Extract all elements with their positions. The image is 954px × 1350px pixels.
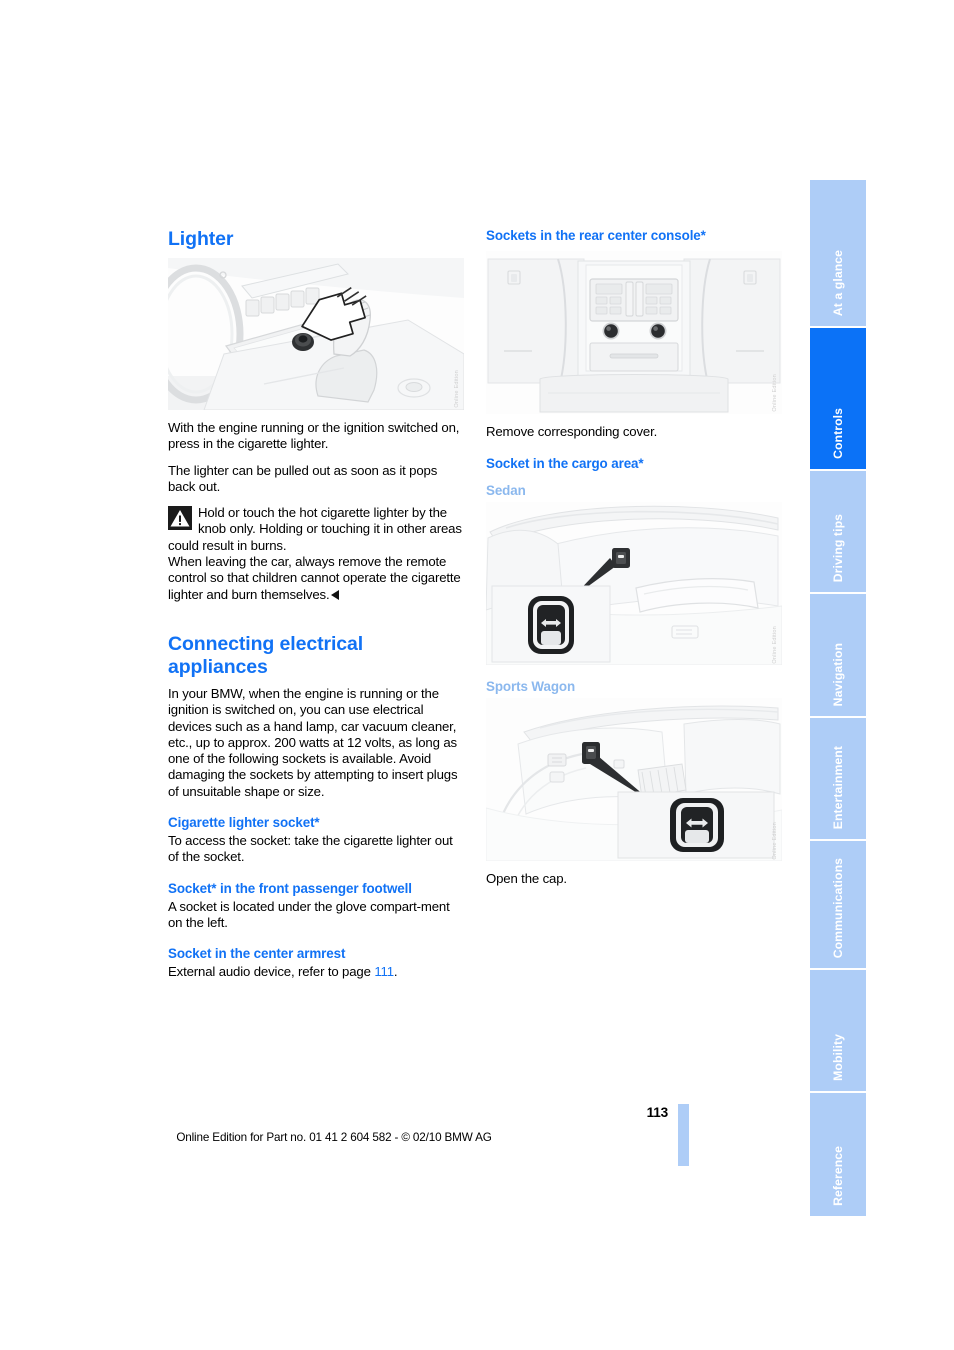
paragraph-lighter-2: The lighter can be pulled out as soon as…: [168, 462, 438, 494]
tab-navigation[interactable]: Navigation: [810, 594, 866, 718]
tab-mobility[interactable]: Mobility: [810, 970, 866, 1093]
section-heading-lighter: Lighter: [168, 228, 234, 250]
subheading-sports-wagon: Sports Wagon: [486, 679, 576, 695]
chapter-tab-strip: At a glance Controls Driving tips Naviga…: [810, 180, 866, 1216]
footer-edition-text: Online Edition for Part no. 01 41 2 604 …: [176, 1131, 492, 1144]
paragraph-open-cap: Open the cap.: [486, 871, 567, 887]
tab-label: Entertainment: [831, 745, 845, 829]
paragraph-cigarette-socket: To access the socket: take the cigarette…: [168, 833, 453, 865]
figure-lighter-center-console: Online Edition: [168, 258, 464, 410]
figure-sedan-cargo-socket: Online Edition: [486, 502, 782, 666]
sports-wagon-cargo-socket-illustration: [486, 698, 782, 862]
subheading-cigarette-lighter-socket: Cigarette lighter socket*: [168, 815, 320, 831]
figure-watermark: Online Edition: [772, 821, 778, 860]
warning-block: Hold or touch the hot cigarette lighter …: [168, 505, 464, 603]
subheading-socket-cargo-area: Socket in the cargo area*: [486, 456, 644, 472]
page-reference-link[interactable]: 111: [374, 964, 394, 979]
subheading-sedan: Sedan: [486, 483, 526, 499]
figure-watermark: Online Edition: [454, 370, 460, 408]
tab-label: Controls: [831, 408, 845, 459]
paragraph-remove-cover: Remove corresponding cover.: [486, 424, 658, 439]
left-column: Lighter Online Edition With the engine r…: [168, 228, 464, 981]
paragraph-lighter-1: With the engine running or the ignition …: [168, 420, 460, 452]
page-footer: 113 Online Edition for Part no. 01 41 2 …: [0, 1105, 954, 1175]
sedan-cargo-socket-illustration: [486, 502, 782, 666]
wagon-socket-enlarged: [670, 798, 724, 853]
cargo-socket-enlarged: [528, 596, 574, 655]
paragraph-armrest-socket: External audio device, refer to page 111…: [168, 964, 464, 980]
socket-left: [602, 322, 620, 340]
tab-entertainment[interactable]: Entertainment: [810, 718, 866, 841]
armrest-text-before: External audio device, refer to page: [168, 964, 375, 980]
figure-watermark: Online Edition: [772, 625, 778, 664]
page-number: 113: [646, 1105, 669, 1120]
tab-communications[interactable]: Communications: [810, 841, 866, 970]
paragraph-footwell-socket: A socket is located under the glove comp…: [168, 898, 450, 930]
armrest-text-after: .: [393, 964, 398, 980]
warning-text-2: When leaving the car, always remove the …: [168, 554, 461, 602]
tab-label: Navigation: [831, 642, 845, 706]
section-heading-connecting-electrical-appliances: Connecting electrical appliances: [168, 632, 364, 678]
tab-label: Driving tips: [831, 513, 845, 582]
rear-console-illustration: [486, 251, 782, 414]
subheading-center-armrest-socket: Socket in the center armrest: [168, 946, 346, 962]
socket-right: [649, 322, 667, 340]
tab-driving-tips[interactable]: Driving tips: [810, 471, 866, 594]
section-end-marker: [331, 589, 340, 600]
figure-watermark: Online Edition: [772, 374, 778, 412]
manual-page: Lighter Online Edition With the engine r…: [0, 0, 954, 1350]
tab-label: Communications: [831, 857, 845, 958]
subheading-front-passenger-footwell-socket: Socket* in the front passenger footwell: [168, 880, 412, 896]
right-column: Sockets in the rear center console* Onli…: [486, 228, 782, 888]
figure-rear-center-console: Online Edition: [486, 251, 782, 414]
subheading-sockets-rear-center-console: Sockets in the rear center console*: [486, 228, 706, 243]
warning-text-1: Hold or touch the hot cigarette lighter …: [168, 505, 462, 553]
tab-at-a-glance[interactable]: At a glance: [810, 180, 866, 328]
figure-sports-wagon-cargo-socket: Online Edition: [486, 698, 782, 862]
footer-accent-bar: [678, 1104, 689, 1166]
tab-controls[interactable]: Controls: [810, 328, 866, 471]
tab-label: Mobility: [831, 1034, 845, 1081]
tab-label: At a glance: [831, 249, 845, 316]
lighter-illustration: [168, 258, 464, 410]
paragraph-connecting: In your BMW, when the engine is running …: [168, 685, 458, 799]
warning-triangle-icon: [168, 506, 192, 531]
